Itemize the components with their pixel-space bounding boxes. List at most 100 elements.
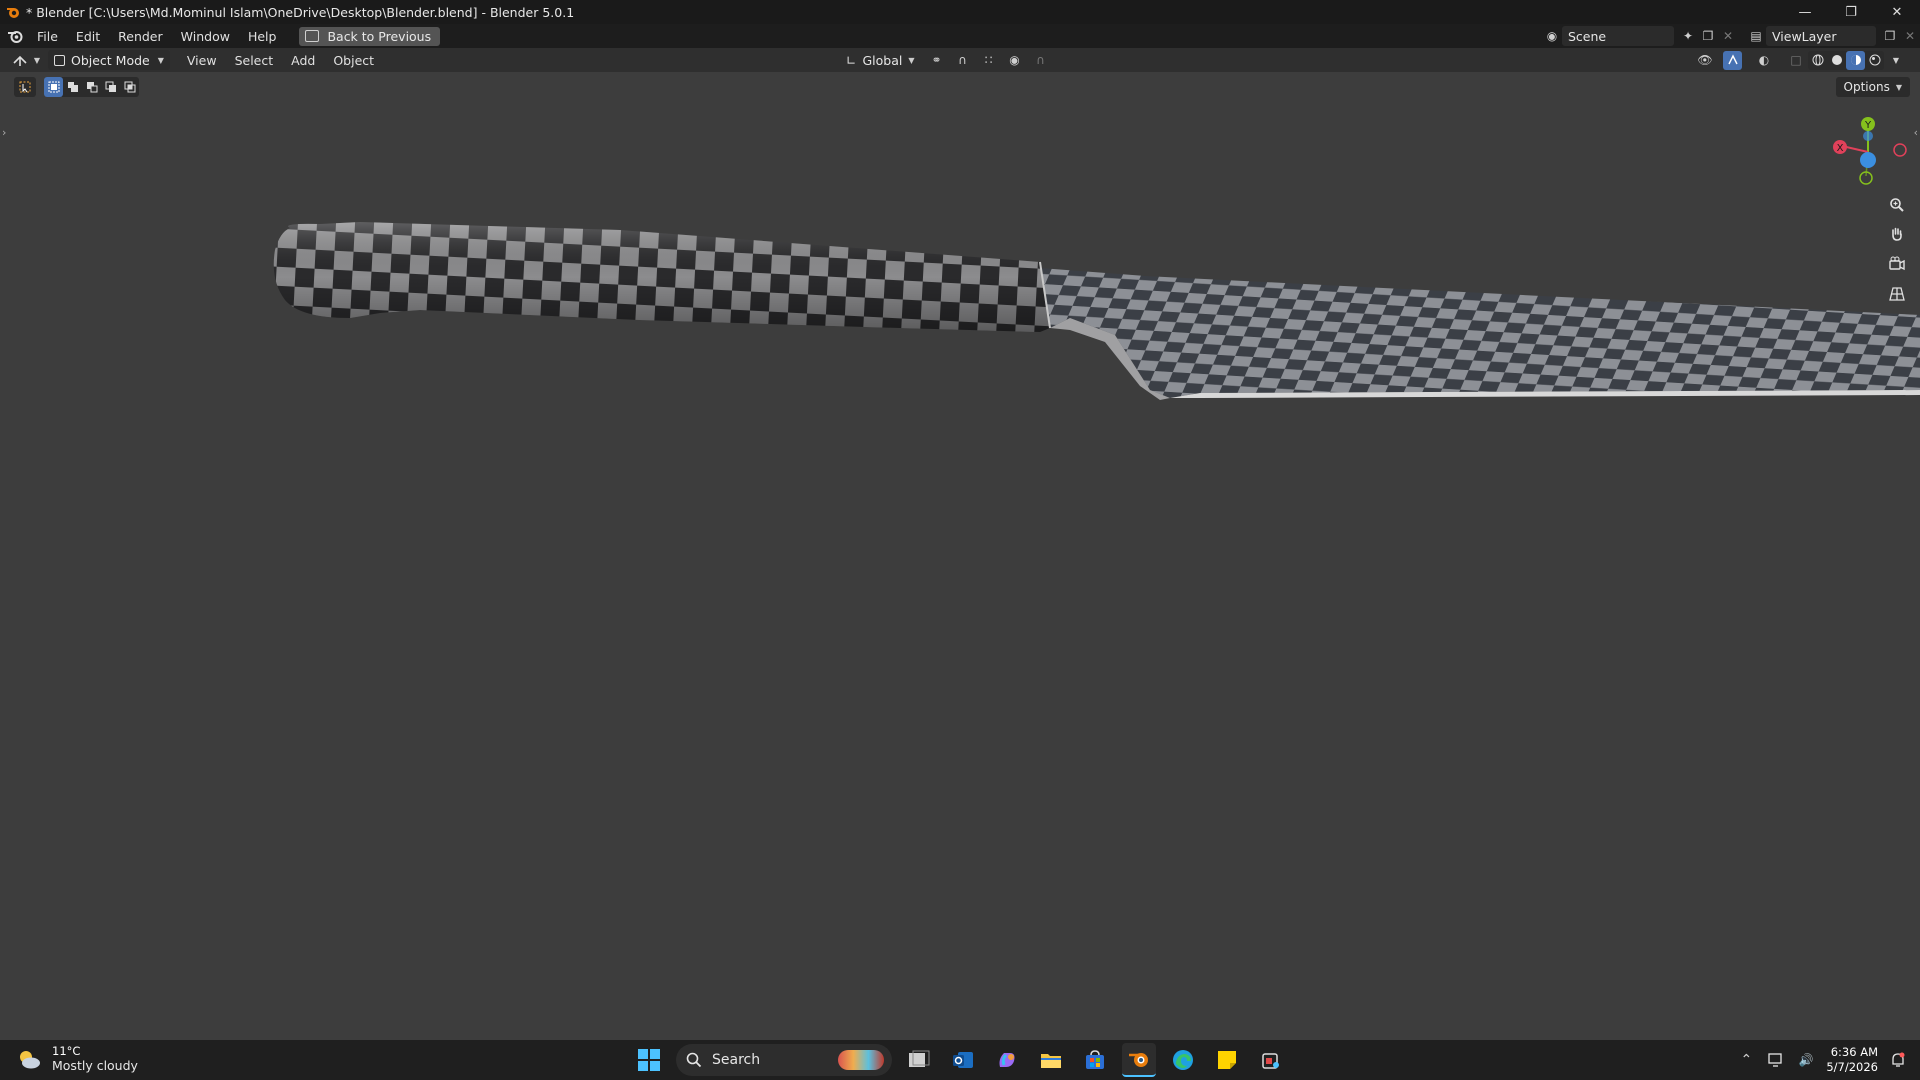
minimize-icon[interactable]: — [1782, 0, 1828, 24]
blender-taskbar-icon[interactable] [1122, 1043, 1156, 1077]
task-view-icon[interactable] [902, 1043, 936, 1077]
gizmo-y-label: Y [1864, 120, 1872, 131]
viewport-header: ▼ Object Mode ▼ View Select Add Object ∟… [0, 48, 1920, 72]
network-icon[interactable] [1766, 1050, 1786, 1070]
windows-start-icon[interactable] [632, 1043, 666, 1077]
options-label: Options [1843, 80, 1890, 94]
snap-magnet-icon[interactable]: ∩ [953, 50, 973, 70]
set-new-selection-icon[interactable] [44, 77, 63, 97]
viewport-shading-group [1808, 50, 1884, 70]
invert-selection-icon[interactable] [101, 77, 120, 97]
microsoft-store-icon[interactable] [1078, 1043, 1112, 1077]
delete-scene-icon[interactable]: ✕ [1718, 26, 1738, 46]
3d-viewport-icon [13, 55, 27, 66]
menu-select[interactable]: Select [226, 53, 283, 68]
rendered-shading-icon[interactable] [1865, 51, 1884, 70]
search-placeholder: Search [712, 1052, 761, 1068]
sticky-notes-icon[interactable] [1210, 1043, 1244, 1077]
menu-help[interactable]: Help [239, 24, 286, 48]
search-highlight-image [838, 1050, 884, 1070]
zoom-icon[interactable] [1884, 192, 1910, 218]
weather-widget[interactable]: 11°C Mostly cloudy [16, 1044, 138, 1073]
material-preview-shading-icon[interactable] [1846, 50, 1865, 70]
menu-object[interactable]: Object [324, 53, 383, 68]
orientation-label: Global [862, 52, 903, 68]
knife-handle[interactable] [273, 222, 1051, 332]
overlay-icon[interactable]: ◐ [1754, 50, 1774, 70]
menu-render[interactable]: Render [109, 24, 172, 48]
pin-icon[interactable]: ✦ [1678, 26, 1698, 46]
notification-bell-icon[interactable] [1888, 1050, 1908, 1070]
object-mode-dropdown[interactable]: Object Mode ▼ [48, 50, 170, 70]
menu-add[interactable]: Add [282, 53, 324, 68]
blender-app-icon [4, 3, 22, 21]
falloff-curve-icon[interactable]: ∩ [1031, 50, 1051, 70]
taskbar-search-box[interactable]: Search [676, 1044, 892, 1076]
gizmo-x-label: X [1837, 143, 1844, 154]
editor-type-selector[interactable]: ▼ [8, 50, 44, 70]
visibility-eye-icon[interactable]: 👁 [1695, 50, 1715, 70]
shading-options-chevron-icon[interactable]: ▼ [1886, 50, 1906, 70]
3d-viewport[interactable]: › ‹ Y X [0, 100, 1920, 1040]
copilot-icon[interactable] [990, 1043, 1024, 1077]
screen-icon [305, 30, 320, 42]
menu-file[interactable]: File [28, 24, 67, 48]
perspective-grid-icon[interactable] [1884, 281, 1910, 307]
xray-icon[interactable]: □ [1786, 50, 1806, 70]
show-hidden-icons-chevron[interactable]: ⌃ [1736, 1050, 1756, 1070]
volume-icon[interactable]: 🔊 [1796, 1050, 1816, 1070]
solid-shading-icon[interactable] [1827, 51, 1846, 70]
menu-view[interactable]: View [178, 53, 226, 68]
selection-mode-group [44, 77, 139, 97]
wireframe-shading-icon[interactable] [1808, 51, 1827, 70]
camera-view-icon[interactable] [1884, 251, 1910, 277]
transform-orientation-dropdown[interactable]: ∟ Global ▼ [840, 50, 921, 70]
mode-label: Object Mode [71, 52, 150, 68]
select-tool-icon[interactable] [14, 77, 36, 97]
chevron-down-icon: ▼ [908, 55, 915, 65]
file-explorer-icon[interactable] [1034, 1043, 1068, 1077]
edge-browser-icon[interactable] [1166, 1043, 1200, 1077]
weather-temperature: 11°C [52, 1044, 81, 1058]
subtract-selection-icon[interactable] [82, 77, 101, 97]
pivot-point-icon[interactable]: ⚭ [927, 50, 947, 70]
snipping-tool-icon[interactable] [1254, 1043, 1288, 1077]
navigation-gizmo[interactable]: Y X [1820, 112, 1910, 192]
extend-selection-icon[interactable] [63, 77, 82, 97]
window-title: * Blender [C:\Users\Md.Mominul Islam\One… [26, 4, 575, 20]
scene-icon[interactable]: ◉ [1542, 26, 1562, 46]
view-layer-selector[interactable]: ViewLayer [1766, 26, 1876, 46]
knife-blade[interactable] [1040, 268, 1920, 400]
back-to-previous-button[interactable]: Back to Previous [299, 26, 441, 46]
view-layer-icon[interactable]: ▤ [1746, 26, 1766, 46]
intersect-selection-icon[interactable] [120, 77, 139, 97]
gizmo-neg-x-axis[interactable] [1893, 143, 1907, 157]
scene-selector[interactable]: Scene [1562, 26, 1674, 46]
object-mode-icon [54, 54, 65, 66]
new-scene-icon[interactable]: ❐ [1698, 26, 1718, 46]
windows-taskbar: 11°C Mostly cloudy Search ⌃ 🔊 6:36 AM 5/… [0, 1040, 1920, 1080]
pan-hand-icon[interactable] [1884, 221, 1910, 247]
menu-window[interactable]: Window [172, 24, 239, 48]
top-menu-bar: File Edit Render Window Help Back to Pre… [0, 24, 1920, 48]
clock-date: 5/7/2026 [1826, 1060, 1878, 1074]
options-dropdown[interactable]: Options ▼ [1835, 77, 1910, 97]
delete-view-layer-icon[interactable]: ✕ [1900, 26, 1920, 46]
restore-icon[interactable]: ❐ [1828, 0, 1874, 24]
proportional-edit-icon[interactable]: ◉ [1005, 50, 1025, 70]
new-view-layer-icon[interactable]: ❐ [1880, 26, 1900, 46]
view-layer-name: ViewLayer [1772, 28, 1837, 44]
cloudy-weather-icon [20, 1050, 40, 1068]
snap-increment-icon[interactable]: ∷ [979, 50, 999, 70]
system-clock[interactable]: 6:36 AM 5/7/2026 [1826, 1045, 1878, 1075]
close-icon[interactable]: ✕ [1874, 0, 1920, 24]
blender-logo-icon[interactable] [2, 24, 28, 48]
chevron-down-icon: ▼ [1895, 82, 1902, 92]
gizmo-neg-z-axis[interactable] [1863, 131, 1873, 141]
gizmo-z-axis[interactable] [1860, 152, 1876, 168]
outlook-icon[interactable] [946, 1043, 980, 1077]
show-gizmo-icon[interactable] [1723, 50, 1742, 70]
search-icon [686, 1052, 702, 1068]
clock-time: 6:36 AM [1830, 1045, 1878, 1059]
menu-edit[interactable]: Edit [67, 24, 109, 48]
